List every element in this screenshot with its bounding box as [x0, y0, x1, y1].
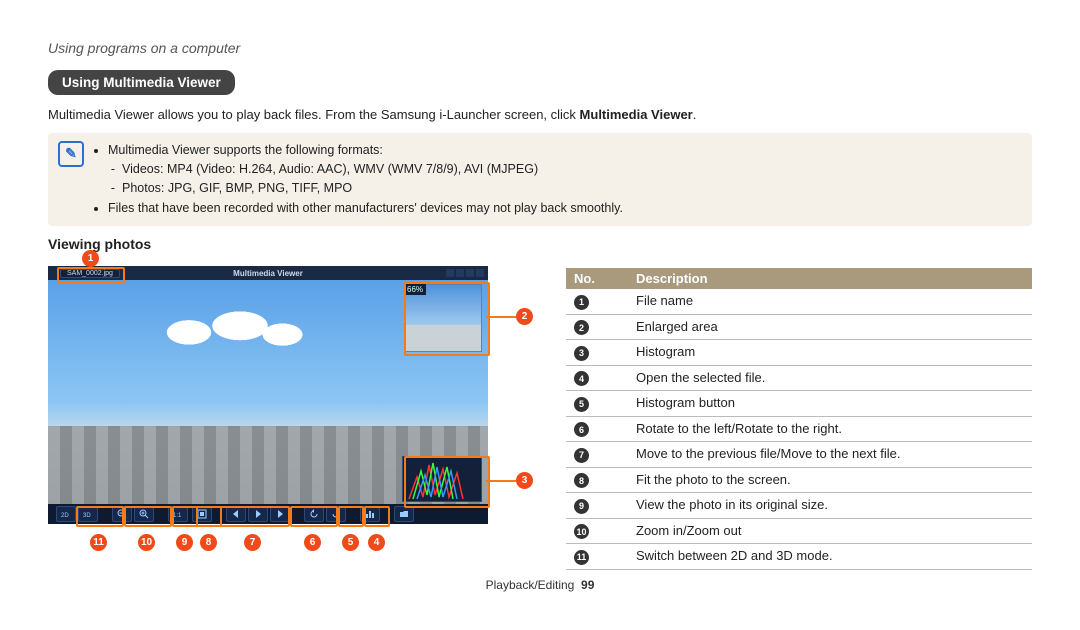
viewer-toolbar: 2D 3D 1:1: [48, 504, 488, 524]
intro-text-pre: Multimedia Viewer allows you to play bac…: [48, 107, 580, 122]
zoom-out-button[interactable]: [112, 506, 132, 522]
note-line-1a: Videos: MP4 (Video: H.264, Audio: AAC), …: [122, 160, 623, 179]
section-heading-pill: Using Multimedia Viewer: [48, 70, 235, 95]
callout-number-1: 1: [82, 250, 99, 267]
original-size-button[interactable]: 1:1: [168, 506, 188, 522]
callout-number-10: 10: [138, 534, 155, 551]
callout-number-5: 5: [342, 534, 359, 551]
callout-number-4: 4: [368, 534, 385, 551]
window-controls[interactable]: [446, 269, 484, 277]
callout-number-2: 2: [516, 308, 533, 325]
table-row: 5 Histogram button: [566, 391, 1032, 417]
table-header: No. Description: [566, 268, 1032, 289]
table-row: 8 Fit the photo to the screen.: [566, 468, 1032, 494]
photo-clouds: [138, 306, 308, 350]
note-line-1: Multimedia Viewer supports the following…: [108, 141, 623, 199]
row-description: Switch between 2D and 3D mode.: [628, 544, 1032, 569]
viewer-filename: SAM_0002.jpg: [60, 269, 120, 278]
row-number-badge: 11: [574, 550, 589, 565]
open-file-button[interactable]: [394, 506, 414, 522]
row-number-badge: 5: [574, 397, 589, 412]
table-row: 1 File name: [566, 289, 1032, 315]
note-icon: ✎: [58, 141, 84, 167]
table-row: 11 Switch between 2D and 3D mode.: [566, 544, 1032, 570]
footer-section-label: Playback/Editing: [486, 578, 575, 592]
rotate-left-button[interactable]: [304, 506, 324, 522]
intro-text-post: .: [693, 107, 697, 122]
leader-3: [486, 480, 516, 482]
table-header-desc: Description: [628, 268, 1032, 289]
table-row: 3 Histogram: [566, 340, 1032, 366]
row-description: Open the selected file.: [628, 366, 1032, 391]
row-number-badge: 8: [574, 473, 589, 488]
svg-text:2D: 2D: [61, 513, 69, 519]
mode-3d-button[interactable]: 3D: [78, 506, 98, 522]
row-description: Histogram button: [628, 391, 1032, 416]
leader-2: [486, 316, 516, 318]
next-file-button[interactable]: [270, 506, 290, 522]
row-number-badge: 2: [574, 320, 589, 335]
note-line-2: Files that have been recorded with other…: [108, 199, 623, 218]
svg-text:3D: 3D: [83, 513, 91, 519]
prev-file-button[interactable]: [226, 506, 246, 522]
table-row: 4 Open the selected file.: [566, 366, 1032, 392]
callout-number-11: 11: [90, 534, 107, 551]
histogram-overlay[interactable]: [402, 456, 482, 502]
viewer-screenshot: SAM_0002.jpg Multimedia Viewer 2D 3D: [48, 258, 508, 558]
viewer-photo-canvas[interactable]: [48, 280, 488, 504]
viewer-window-title: Multimedia Viewer: [233, 269, 303, 278]
callout-number-3: 3: [516, 472, 533, 489]
histogram-button[interactable]: [360, 506, 380, 522]
row-description: File name: [628, 289, 1032, 314]
row-description: Fit the photo to the screen.: [628, 468, 1032, 493]
callout-number-8: 8: [200, 534, 217, 551]
note-line-1b: Photos: JPG, GIF, BMP, PNG, TIFF, MPO: [122, 179, 623, 198]
intro-paragraph: Multimedia Viewer allows you to play bac…: [48, 105, 1032, 125]
intro-text-bold: Multimedia Viewer: [580, 107, 693, 122]
svg-text:1:1: 1:1: [173, 513, 182, 519]
rotate-right-button[interactable]: [326, 506, 346, 522]
row-description: Enlarged area: [628, 315, 1032, 340]
play-button[interactable]: [248, 506, 268, 522]
row-number-badge: 9: [574, 499, 589, 514]
row-description: Zoom in/Zoom out: [628, 519, 1032, 544]
zoom-in-button[interactable]: [134, 506, 154, 522]
table-row: 2 Enlarged area: [566, 315, 1032, 341]
enlarged-area-thumb[interactable]: [404, 284, 482, 352]
row-number-badge: 6: [574, 422, 589, 437]
row-number-badge: 7: [574, 448, 589, 463]
callout-number-9: 9: [176, 534, 193, 551]
mode-2d-button[interactable]: 2D: [56, 506, 76, 522]
description-table: No. Description 1 File name 2 Enlarged area…: [566, 268, 1032, 570]
row-number-badge: 4: [574, 371, 589, 386]
breadcrumb: Using programs on a computer: [48, 40, 1032, 56]
viewer-window: SAM_0002.jpg Multimedia Viewer 2D 3D: [48, 266, 488, 524]
fit-screen-button[interactable]: [192, 506, 212, 522]
table-row: 6 Rotate to the left/Rotate to the right.: [566, 417, 1032, 443]
row-number-badge: 3: [574, 346, 589, 361]
table-header-no: No.: [566, 268, 628, 289]
row-number-badge: 1: [574, 295, 589, 310]
page-footer: Playback/Editing 99: [48, 578, 1032, 592]
viewer-titlebar: SAM_0002.jpg Multimedia Viewer: [48, 266, 488, 280]
row-description: Histogram: [628, 340, 1032, 365]
callout-number-6: 6: [304, 534, 321, 551]
sub-heading: Viewing photos: [48, 236, 1032, 252]
row-description: View the photo in its original size.: [628, 493, 1032, 518]
row-description: Move to the previous file/Move to the ne…: [628, 442, 1032, 467]
table-row: 7 Move to the previous file/Move to the n…: [566, 442, 1032, 468]
footer-page-number: 99: [581, 578, 594, 592]
table-row: 10 Zoom in/Zoom out: [566, 519, 1032, 545]
info-note-box: ✎ Multimedia Viewer supports the followi…: [48, 133, 1032, 227]
table-row: 9 View the photo in its original size.: [566, 493, 1032, 519]
callout-number-7: 7: [244, 534, 261, 551]
row-number-badge: 10: [574, 524, 589, 539]
row-description: Rotate to the left/Rotate to the right.: [628, 417, 1032, 442]
